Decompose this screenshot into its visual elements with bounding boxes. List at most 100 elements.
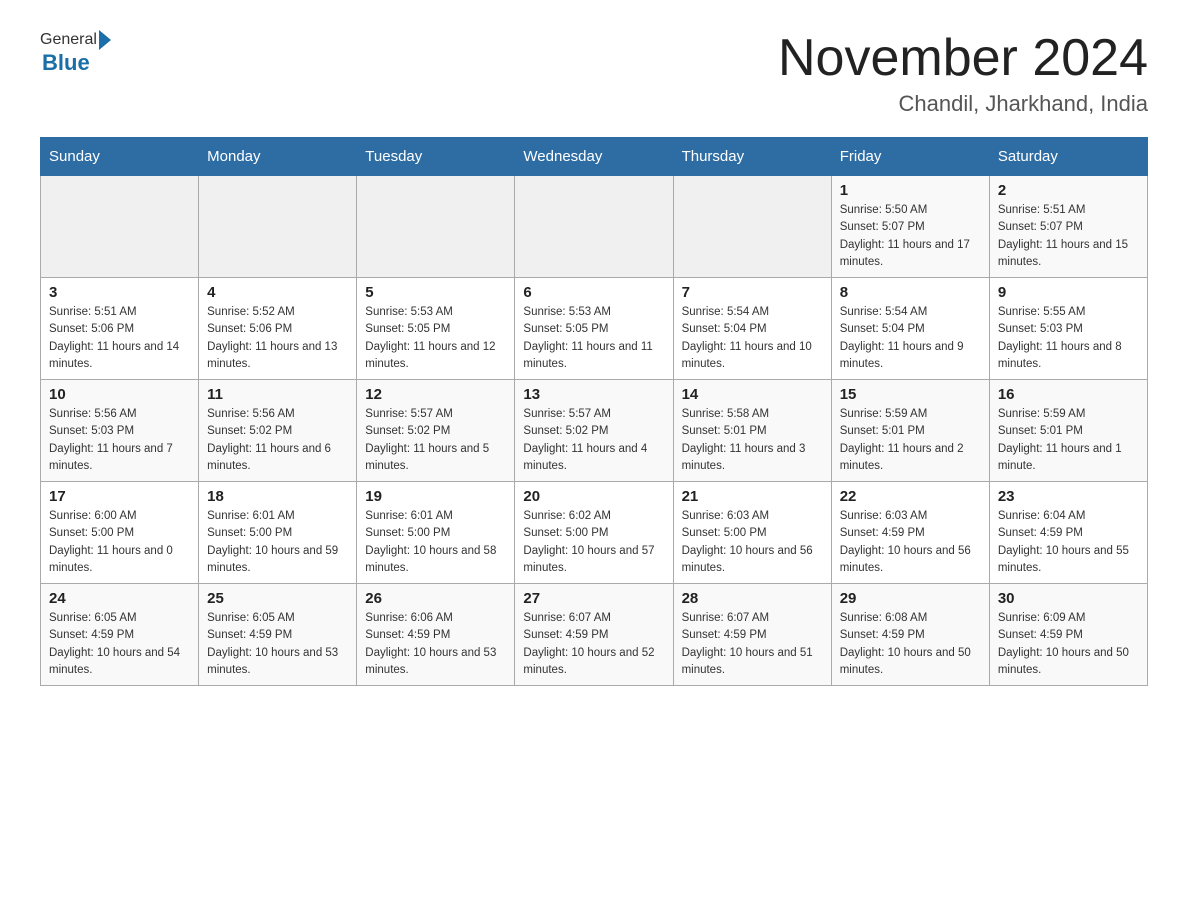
calendar-cell bbox=[357, 176, 515, 278]
day-info: Sunrise: 6:02 AMSunset: 5:00 PMDaylight:… bbox=[523, 508, 664, 577]
day-info: Sunrise: 6:06 AMSunset: 4:59 PMDaylight:… bbox=[365, 610, 506, 679]
calendar-cell: 21Sunrise: 6:03 AMSunset: 5:00 PMDayligh… bbox=[673, 482, 831, 584]
day-info: Sunrise: 5:56 AMSunset: 5:02 PMDaylight:… bbox=[207, 406, 348, 475]
calendar-cell: 2 Sunrise: 5:51 AMSunset: 5:07 PMDaylight… bbox=[989, 176, 1147, 278]
day-number: 19 bbox=[365, 488, 506, 505]
day-number: 17 bbox=[49, 488, 190, 505]
day-number: 1 bbox=[840, 182, 981, 199]
calendar-cell bbox=[41, 176, 199, 278]
day-info: Sunrise: 6:05 AMSunset: 4:59 PMDaylight:… bbox=[207, 610, 348, 679]
header-wednesday: Wednesday bbox=[515, 138, 673, 176]
calendar-cell: 18 Sunrise: 6:01 AMSunset: 5:00 PMDayligh… bbox=[199, 482, 357, 584]
day-info: Sunrise: 5:52 AMSunset: 5:06 PMDaylight:… bbox=[207, 304, 348, 373]
day-number: 22 bbox=[840, 488, 981, 505]
day-number: 20 bbox=[523, 488, 664, 505]
day-number: 28 bbox=[682, 590, 823, 607]
day-info: Sunrise: 5:59 AMSunset: 5:01 PMDaylight:… bbox=[998, 406, 1139, 475]
day-info: Sunrise: 5:55 AMSunset: 5:03 PMDaylight:… bbox=[998, 304, 1139, 373]
calendar-cell: 30 Sunrise: 6:09 AMSunset: 4:59 PMDayligh… bbox=[989, 584, 1147, 686]
day-info: Sunrise: 5:51 AMSunset: 5:06 PMDaylight:… bbox=[49, 304, 190, 373]
day-info: Sunrise: 6:07 AMSunset: 4:59 PMDaylight:… bbox=[523, 610, 664, 679]
calendar-table: SundayMondayTuesdayWednesdayThursdayFrid… bbox=[40, 137, 1148, 686]
day-info: Sunrise: 5:53 AMSunset: 5:05 PMDaylight:… bbox=[523, 304, 664, 373]
calendar-cell: 3 Sunrise: 5:51 AMSunset: 5:06 PMDaylight… bbox=[41, 278, 199, 380]
day-number: 5 bbox=[365, 284, 506, 301]
calendar-cell: 19 Sunrise: 6:01 AMSunset: 5:00 PMDayligh… bbox=[357, 482, 515, 584]
day-number: 18 bbox=[207, 488, 348, 505]
day-number: 15 bbox=[840, 386, 981, 403]
calendar-cell: 24Sunrise: 6:05 AMSunset: 4:59 PMDayligh… bbox=[41, 584, 199, 686]
calendar-cell: 13 Sunrise: 5:57 AMSunset: 5:02 PMDayligh… bbox=[515, 380, 673, 482]
calendar-cell: 9 Sunrise: 5:55 AMSunset: 5:03 PMDaylight… bbox=[989, 278, 1147, 380]
title-block: November 2024 Chandil, Jharkhand, India bbox=[778, 30, 1148, 117]
day-number: 25 bbox=[207, 590, 348, 607]
day-number: 30 bbox=[998, 590, 1139, 607]
calendar-cell bbox=[673, 176, 831, 278]
calendar-cell: 22 Sunrise: 6:03 AMSunset: 4:59 PMDayligh… bbox=[831, 482, 989, 584]
day-number: 2 bbox=[998, 182, 1139, 199]
page-header: General Blue November 2024 Chandil, Jhar… bbox=[40, 30, 1148, 117]
header-row: SundayMondayTuesdayWednesdayThursdayFrid… bbox=[41, 138, 1148, 176]
day-info: Sunrise: 5:57 AMSunset: 5:02 PMDaylight:… bbox=[365, 406, 506, 475]
header-saturday: Saturday bbox=[989, 138, 1147, 176]
calendar-cell: 26 Sunrise: 6:06 AMSunset: 4:59 PMDayligh… bbox=[357, 584, 515, 686]
calendar-week-5: 24 Sunrise: 6:05 AMSunset: 4:59 PMDayligh… bbox=[41, 584, 1148, 686]
day-number: 14 bbox=[682, 386, 823, 403]
day-info: Sunrise: 6:03 AMSunset: 4:59 PMDaylight:… bbox=[840, 508, 981, 577]
calendar-cell: 10 Sunrise: 5:56 AMSunset: 5:03 PMDayligh… bbox=[41, 380, 199, 482]
calendar-cell: 5 Sunrise: 5:53 AMSunset: 5:05 PMDaylight… bbox=[357, 278, 515, 380]
calendar-cell: 1 Sunrise: 5:50 AMSunset: 5:07 PMDaylight… bbox=[831, 176, 989, 278]
day-info: Sunrise: 6:00 AMSunset: 5:00 PMDaylight:… bbox=[49, 508, 190, 577]
logo-general-text: General bbox=[40, 31, 97, 49]
month-title: November 2024 bbox=[778, 30, 1148, 87]
header-tuesday: Tuesday bbox=[357, 138, 515, 176]
calendar-cell: 28Sunrise: 6:07 AMSunset: 4:59 PMDayligh… bbox=[673, 584, 831, 686]
day-number: 12 bbox=[365, 386, 506, 403]
calendar-cell: 17 Sunrise: 6:00 AMSunset: 5:00 PMDayligh… bbox=[41, 482, 199, 584]
day-number: 3 bbox=[49, 284, 190, 301]
day-info: Sunrise: 5:50 AMSunset: 5:07 PMDaylight:… bbox=[840, 202, 981, 271]
calendar-body: 1 Sunrise: 5:50 AMSunset: 5:07 PMDaylight… bbox=[41, 176, 1148, 686]
day-info: Sunrise: 5:51 AMSunset: 5:07 PMDaylight:… bbox=[998, 202, 1139, 271]
calendar-week-3: 10 Sunrise: 5:56 AMSunset: 5:03 PMDayligh… bbox=[41, 380, 1148, 482]
calendar-cell: 6 Sunrise: 5:53 AMSunset: 5:05 PMDaylight… bbox=[515, 278, 673, 380]
day-info: Sunrise: 5:53 AMSunset: 5:05 PMDaylight:… bbox=[365, 304, 506, 373]
day-info: Sunrise: 6:01 AMSunset: 5:00 PMDaylight:… bbox=[365, 508, 506, 577]
calendar-week-2: 3 Sunrise: 5:51 AMSunset: 5:06 PMDaylight… bbox=[41, 278, 1148, 380]
day-number: 26 bbox=[365, 590, 506, 607]
day-info: Sunrise: 5:54 AMSunset: 5:04 PMDaylight:… bbox=[682, 304, 823, 373]
day-number: 10 bbox=[49, 386, 190, 403]
day-number: 11 bbox=[207, 386, 348, 403]
day-info: Sunrise: 6:09 AMSunset: 4:59 PMDaylight:… bbox=[998, 610, 1139, 679]
calendar-cell: 11 Sunrise: 5:56 AMSunset: 5:02 PMDayligh… bbox=[199, 380, 357, 482]
day-info: Sunrise: 6:04 AMSunset: 4:59 PMDaylight:… bbox=[998, 508, 1139, 577]
day-number: 9 bbox=[998, 284, 1139, 301]
calendar-cell bbox=[199, 176, 357, 278]
day-info: Sunrise: 5:57 AMSunset: 5:02 PMDaylight:… bbox=[523, 406, 664, 475]
calendar-week-1: 1 Sunrise: 5:50 AMSunset: 5:07 PMDaylight… bbox=[41, 176, 1148, 278]
day-info: Sunrise: 5:54 AMSunset: 5:04 PMDaylight:… bbox=[840, 304, 981, 373]
day-number: 13 bbox=[523, 386, 664, 403]
logo-arrow-icon bbox=[99, 30, 111, 50]
header-friday: Friday bbox=[831, 138, 989, 176]
day-number: 16 bbox=[998, 386, 1139, 403]
calendar-cell: 27 Sunrise: 6:07 AMSunset: 4:59 PMDayligh… bbox=[515, 584, 673, 686]
day-number: 29 bbox=[840, 590, 981, 607]
calendar-cell: 8Sunrise: 5:54 AMSunset: 5:04 PMDaylight… bbox=[831, 278, 989, 380]
calendar-header: SundayMondayTuesdayWednesdayThursdayFrid… bbox=[41, 138, 1148, 176]
header-monday: Monday bbox=[199, 138, 357, 176]
day-number: 7 bbox=[682, 284, 823, 301]
calendar-cell: 12 Sunrise: 5:57 AMSunset: 5:02 PMDayligh… bbox=[357, 380, 515, 482]
calendar-cell bbox=[515, 176, 673, 278]
day-number: 6 bbox=[523, 284, 664, 301]
day-info: Sunrise: 5:56 AMSunset: 5:03 PMDaylight:… bbox=[49, 406, 190, 475]
calendar-cell: 15 Sunrise: 5:59 AMSunset: 5:01 PMDayligh… bbox=[831, 380, 989, 482]
day-number: 24 bbox=[49, 590, 190, 607]
calendar-week-4: 17 Sunrise: 6:00 AMSunset: 5:00 PMDayligh… bbox=[41, 482, 1148, 584]
calendar-cell: 25 Sunrise: 6:05 AMSunset: 4:59 PMDayligh… bbox=[199, 584, 357, 686]
day-number: 27 bbox=[523, 590, 664, 607]
day-info: Sunrise: 5:59 AMSunset: 5:01 PMDaylight:… bbox=[840, 406, 981, 475]
calendar-cell: 29Sunrise: 6:08 AMSunset: 4:59 PMDayligh… bbox=[831, 584, 989, 686]
day-info: Sunrise: 6:01 AMSunset: 5:00 PMDaylight:… bbox=[207, 508, 348, 577]
day-info: Sunrise: 5:58 AMSunset: 5:01 PMDaylight:… bbox=[682, 406, 823, 475]
